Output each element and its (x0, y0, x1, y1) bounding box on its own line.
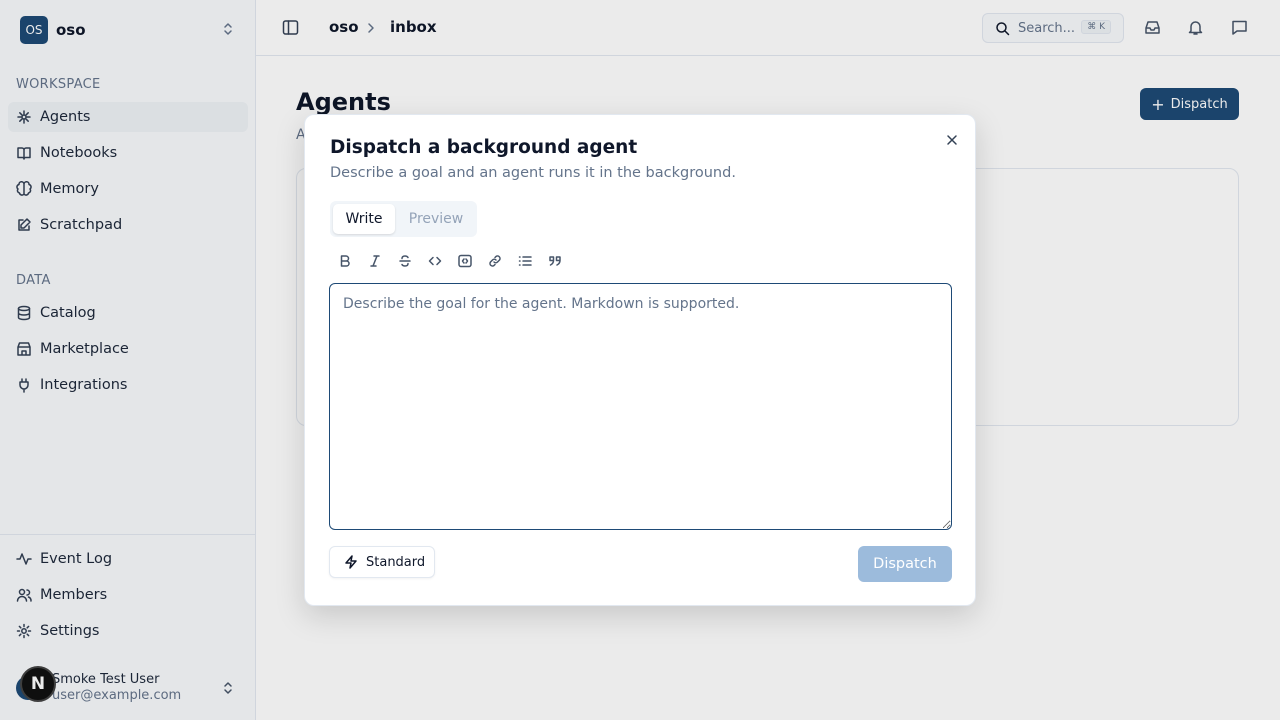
mode-selector-button[interactable]: Standard (329, 546, 435, 578)
tab-write[interactable]: Write (333, 204, 395, 234)
strikethrough-icon[interactable] (398, 254, 418, 270)
code-block-icon[interactable] (458, 254, 478, 270)
tab-preview[interactable]: Preview (399, 204, 473, 234)
modal-description: Describe a goal and an agent runs it in … (330, 165, 736, 181)
dispatch-modal: Dispatch a background agent Describe a g… (304, 114, 976, 606)
mode-label: Standard (366, 554, 426, 570)
editor-tabs: Write Preview (330, 201, 477, 237)
dispatch-submit-button[interactable]: Dispatch (858, 546, 952, 582)
close-icon[interactable] (945, 133, 959, 147)
modal-title: Dispatch a background agent (330, 137, 638, 158)
code-icon[interactable] (428, 254, 448, 270)
list-icon[interactable] (518, 254, 538, 270)
quote-icon[interactable] (548, 254, 568, 270)
italic-icon[interactable] (368, 254, 388, 270)
zap-icon (344, 555, 358, 569)
bold-icon[interactable] (338, 254, 358, 270)
goal-editor[interactable] (329, 283, 952, 530)
link-icon[interactable] (488, 254, 508, 270)
